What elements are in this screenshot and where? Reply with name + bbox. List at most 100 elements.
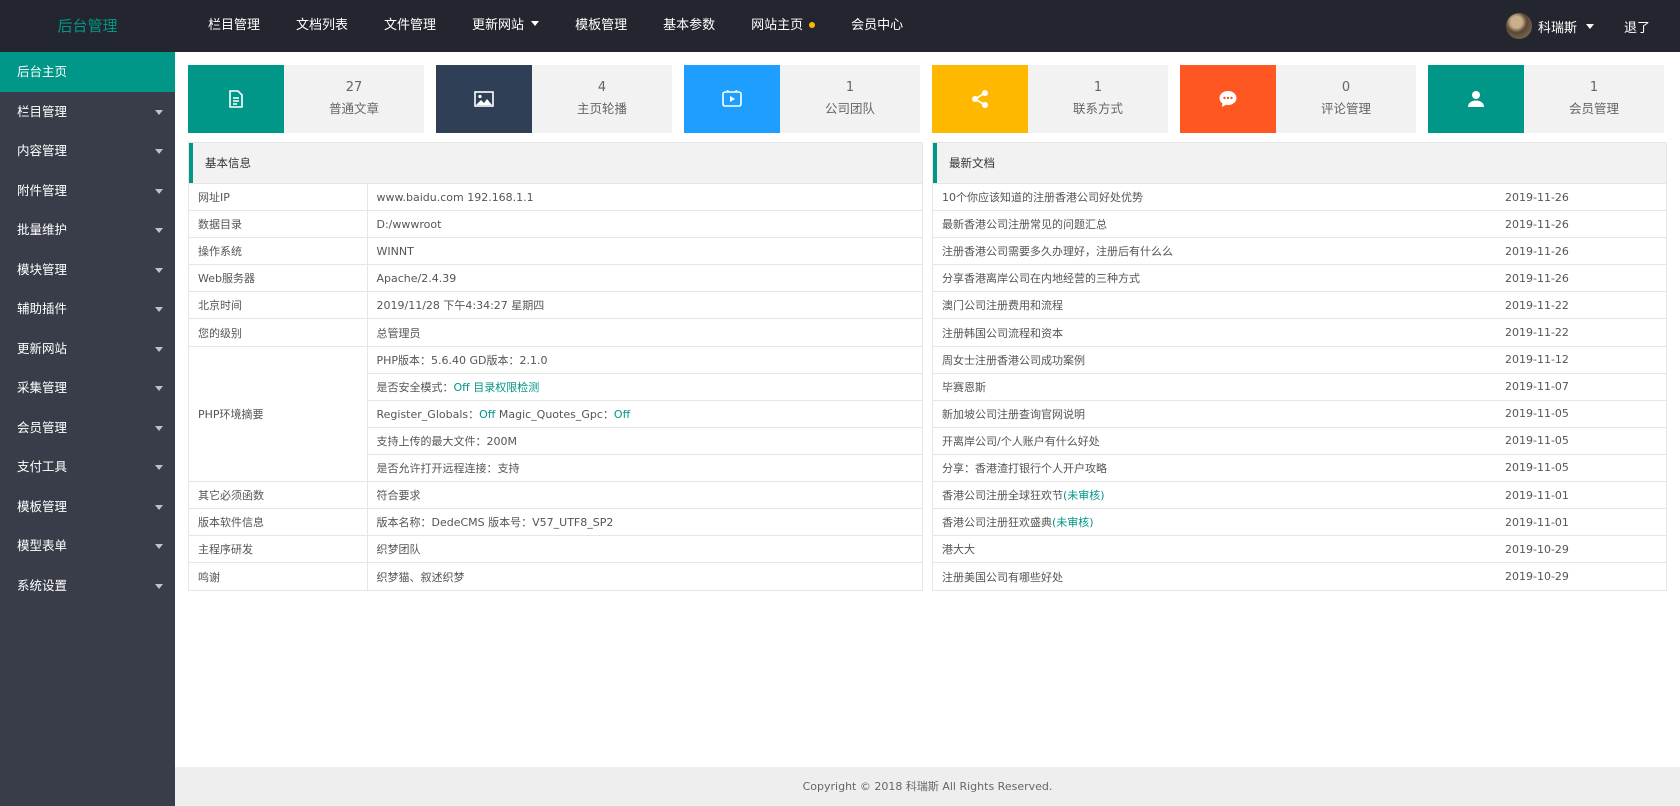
- doc-row[interactable]: 港大大 2019-10-29: [933, 535, 1666, 563]
- info-value: 总管理员: [367, 318, 922, 347]
- doc-title-link[interactable]: 注册美国公司有哪些好处: [942, 571, 1063, 584]
- avatar[interactable]: [1505, 13, 1532, 39]
- user-icon: [1428, 65, 1524, 133]
- logout-link[interactable]: 退了: [1624, 17, 1650, 36]
- doc-title-link[interactable]: 香港公司注册全球狂欢节: [942, 489, 1063, 502]
- stat-card[interactable]: 1 联系方式: [932, 65, 1168, 133]
- top-nav-item[interactable]: 文档列表: [278, 0, 366, 52]
- sidebar-item-label: 采集管理: [17, 380, 68, 395]
- sidebar-item[interactable]: 模块管理: [0, 250, 175, 290]
- doc-row[interactable]: 香港公司注册全球狂欢节(未审核) 2019-11-01: [933, 481, 1666, 509]
- user-name[interactable]: 科瑞斯: [1538, 17, 1577, 36]
- logo[interactable]: 后台管理: [0, 0, 175, 52]
- info-row: 数据目录 D:/wwwroot: [189, 210, 922, 238]
- sidebar-item-label: 内容管理: [17, 143, 68, 158]
- doc-row[interactable]: 分享：香港渣打银行个人开户攻略 2019-11-05: [933, 453, 1666, 482]
- doc-date: 2019-11-22: [1496, 291, 1666, 319]
- doc-title-link[interactable]: 开离岸公司/个人账户有什么好处: [942, 435, 1100, 448]
- stat-card[interactable]: 1 会员管理: [1428, 65, 1664, 133]
- doc-row[interactable]: 开离岸公司/个人账户有什么好处 2019-11-05: [933, 426, 1666, 455]
- sidebar-item[interactable]: 系统设置: [0, 566, 175, 606]
- stat-card[interactable]: 0 评论管理: [1180, 65, 1416, 133]
- info-key: 其它必须函数: [189, 481, 368, 509]
- doc-row[interactable]: 香港公司注册狂欢盛典(未审核) 2019-11-01: [933, 508, 1666, 536]
- doc-title-link[interactable]: 澳门公司注册费用和流程: [942, 299, 1063, 312]
- dir-permission-link[interactable]: 目录权限检测: [473, 381, 539, 394]
- sidebar-item[interactable]: 模板管理: [0, 487, 175, 527]
- doc-row[interactable]: 澳门公司注册费用和流程 2019-11-22: [933, 291, 1666, 319]
- doc-date: 2019-11-26: [1496, 182, 1666, 211]
- doc-title-cell: 注册韩国公司流程和资本: [933, 318, 1496, 347]
- sidebar-item[interactable]: 栏目管理: [0, 92, 175, 132]
- doc-title-link[interactable]: 香港公司注册狂欢盛典: [942, 516, 1052, 529]
- top-nav-item[interactable]: 基本参数: [645, 0, 733, 52]
- doc-title-link[interactable]: 注册香港公司需要多久办理好，注册后有什么么: [942, 245, 1173, 258]
- doc-row[interactable]: 分享香港离岸公司在内地经营的三种方式 2019-11-26: [933, 264, 1666, 292]
- info-row: 鸣谢 织梦猫、叙述织梦: [189, 562, 922, 590]
- doc-title-link[interactable]: 10个你应该知道的注册香港公司好处优势: [942, 191, 1143, 204]
- doc-row[interactable]: 最新香港公司注册常见的问题汇总 2019-11-26: [933, 210, 1666, 238]
- sidebar-item[interactable]: 采集管理: [0, 368, 175, 408]
- sidebar-item[interactable]: 附件管理: [0, 171, 175, 211]
- top-nav-item[interactable]: 网站主页: [733, 0, 833, 52]
- info-key: 操作系统: [189, 237, 368, 265]
- top-nav-item[interactable]: 更新网站: [454, 0, 557, 52]
- info-value: 符合要求: [367, 481, 922, 509]
- top-nav-item[interactable]: 栏目管理: [190, 0, 278, 52]
- stat-label: 主页轮播: [576, 101, 627, 116]
- doc-date: 2019-11-05: [1496, 453, 1666, 482]
- doc-title-link[interactable]: 分享香港离岸公司在内地经营的三种方式: [942, 272, 1140, 285]
- sidebar-item[interactable]: 模型表单: [0, 526, 175, 566]
- top-nav-item[interactable]: 会员中心: [833, 0, 921, 52]
- sidebar-item[interactable]: 支付工具: [0, 447, 175, 487]
- doc-title-link[interactable]: 港大大: [942, 543, 975, 556]
- stat-card[interactable]: 1 公司团队: [684, 65, 920, 133]
- sidebar-item[interactable]: 批量维护: [0, 210, 175, 250]
- doc-title-link[interactable]: 周女士注册香港公司成功案例: [942, 354, 1085, 367]
- doc-row[interactable]: 注册香港公司需要多久办理好，注册后有什么么 2019-11-26: [933, 237, 1666, 265]
- doc-row[interactable]: 注册韩国公司流程和资本 2019-11-22: [933, 318, 1666, 347]
- top-nav-item[interactable]: 文件管理: [366, 0, 454, 52]
- stat-card[interactable]: 4 主页轮播: [436, 65, 672, 133]
- doc-title-link[interactable]: 注册韩国公司流程和资本: [942, 327, 1063, 340]
- doc-title-cell: 分享：香港渣打银行个人开户攻略: [933, 453, 1496, 482]
- doc-title-link[interactable]: 新加坡公司注册查询官网说明: [942, 408, 1085, 421]
- doc-title-link[interactable]: 分享：香港渣打银行个人开户攻略: [942, 462, 1107, 475]
- sidebar-item[interactable]: 内容管理: [0, 131, 175, 171]
- doc-row[interactable]: 新加坡公司注册查询官网说明 2019-11-05: [933, 399, 1666, 428]
- top-nav-item[interactable]: 模板管理: [557, 0, 645, 52]
- register-globals-label: Register_Globals：: [376, 407, 480, 421]
- sidebar-item[interactable]: 更新网站: [0, 329, 175, 369]
- doc-row[interactable]: 注册美国公司有哪些好处 2019-10-29: [933, 562, 1666, 590]
- chevron-down-icon: [155, 504, 163, 510]
- top-nav-label: 模板管理: [575, 18, 628, 33]
- doc-title-link[interactable]: 最新香港公司注册常见的问题汇总: [942, 218, 1107, 231]
- doc-row[interactable]: 周女士注册香港公司成功案例 2019-11-12: [933, 345, 1666, 374]
- doc-title-cell: 注册香港公司需要多久办理好，注册后有什么么: [933, 237, 1496, 265]
- sidebar-item[interactable]: 后台主页: [0, 52, 175, 92]
- info-value: WINNT: [367, 237, 922, 265]
- info-key: 版本软件信息: [189, 508, 368, 536]
- sidebar-item-label: 系统设置: [17, 577, 68, 593]
- info-value: 织梦团队: [367, 535, 922, 563]
- doc-title-link[interactable]: 毕赛恩斯: [942, 381, 986, 394]
- stat-label: 普通文章: [328, 101, 379, 116]
- php-version-text: PHP版本：5.6.40 GD版本：2.1.0: [376, 353, 548, 367]
- doc-date: 2019-11-26: [1496, 237, 1666, 265]
- info-key: 鸣谢: [189, 562, 368, 590]
- doc-title-cell: 开离岸公司/个人账户有什么好处: [933, 426, 1496, 455]
- doc-title-cell: 新加坡公司注册查询官网说明: [933, 399, 1496, 428]
- info-row: 主程序研发 织梦团队: [189, 535, 922, 563]
- stat-card[interactable]: 27 普通文章: [188, 65, 424, 133]
- doc-row[interactable]: 10个你应该知道的注册香港公司好处优势 2019-11-26: [933, 182, 1666, 211]
- sidebar-item[interactable]: 会员管理: [0, 408, 175, 448]
- main-content: 27 普通文章 4 主页轮播 1 公司团队 1 联系方式 0 评论管理 1 会员管理 基本信息 网址I…: [175, 52, 1680, 806]
- top-nav-label: 网站主页: [751, 18, 804, 33]
- sidebar-item[interactable]: 辅助插件: [0, 289, 175, 329]
- stat-count: 4: [597, 80, 607, 95]
- stat-count: 1: [1093, 80, 1103, 95]
- doc-row[interactable]: 毕赛恩斯 2019-11-07: [933, 372, 1666, 401]
- chevron-down-icon[interactable]: [1585, 23, 1594, 29]
- top-nav-label: 文件管理: [384, 18, 437, 33]
- sidebar-item-label: 模板管理: [17, 498, 68, 514]
